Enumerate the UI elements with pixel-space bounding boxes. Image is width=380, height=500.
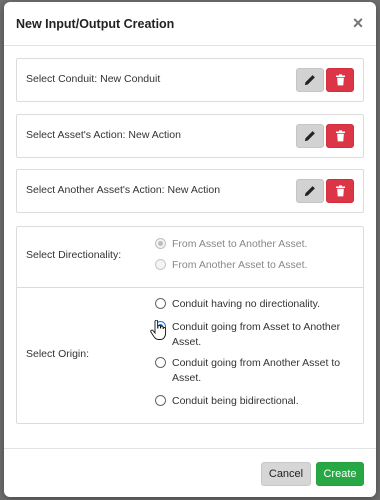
radio-button[interactable] <box>155 238 166 249</box>
asset-action-row: Select Asset's Action: New Action <box>16 114 364 158</box>
origin-option-bidirectional[interactable]: Conduit being bidirectional. <box>155 394 360 409</box>
trash-icon <box>335 185 345 197</box>
modal-title: New Input/Output Creation <box>16 17 175 31</box>
origin-option-asset-to-another[interactable]: Conduit going from Asset to Another Asse… <box>155 320 360 350</box>
trash-icon <box>335 74 345 86</box>
close-button[interactable]: × <box>350 14 366 32</box>
delete-another-asset-action-button[interactable] <box>326 179 354 203</box>
modal-footer: Cancel Create <box>4 448 376 497</box>
radio-button[interactable] <box>155 357 166 368</box>
edit-asset-action-button[interactable] <box>296 124 324 148</box>
directionality-option-another-to-asset[interactable]: From Another Asset to Asset. <box>155 258 360 273</box>
conduit-row: Select Conduit: New Conduit <box>16 58 364 102</box>
option-text: From Another Asset to Asset. <box>172 259 308 271</box>
delete-asset-action-button[interactable] <box>326 124 354 148</box>
cancel-button[interactable]: Cancel <box>261 462 311 486</box>
option-text: From Asset to Another Asset. <box>172 238 308 250</box>
edit-another-asset-action-button[interactable] <box>296 179 324 203</box>
origin-label: Select Origin: <box>26 348 90 360</box>
conduit-label: Select Conduit: New Conduit <box>26 73 161 85</box>
radio-button[interactable] <box>155 298 166 309</box>
create-button[interactable]: Create <box>316 462 364 486</box>
radio-button[interactable] <box>155 395 166 406</box>
directionality-label: Select Directionality: <box>26 249 122 261</box>
origin-option-another-to-asset[interactable]: Conduit going from Another Asset to Asse… <box>155 356 360 386</box>
pencil-icon <box>304 186 315 197</box>
divider <box>17 287 363 288</box>
pencil-icon <box>304 131 315 142</box>
option-text: Conduit being bidirectional. <box>172 395 299 407</box>
option-text: Conduit having no directionality. <box>172 298 321 310</box>
trash-icon <box>335 130 345 142</box>
option-text: Conduit going from Another Asset to Asse… <box>172 357 341 384</box>
radio-button[interactable] <box>155 321 166 332</box>
another-asset-action-label: Select Another Asset's Action: New Actio… <box>26 184 221 196</box>
pencil-icon <box>304 75 315 86</box>
radio-button[interactable] <box>155 259 166 270</box>
modal-dialog: New Input/Output Creation × Select Condu… <box>4 2 376 497</box>
directionality-option-asset-to-another[interactable]: From Asset to Another Asset. <box>155 237 360 252</box>
edit-conduit-button[interactable] <box>296 68 324 92</box>
option-text: Conduit going from Asset to Another Asse… <box>172 321 341 348</box>
options-panel: Select Directionality: From Asset to Ano… <box>16 226 364 424</box>
delete-conduit-button[interactable] <box>326 68 354 92</box>
asset-action-label: Select Asset's Action: New Action <box>26 129 181 141</box>
modal-header: New Input/Output Creation × <box>4 2 376 46</box>
origin-option-no-directionality[interactable]: Conduit having no directionality. <box>155 297 360 312</box>
another-asset-action-row: Select Another Asset's Action: New Actio… <box>16 169 364 213</box>
